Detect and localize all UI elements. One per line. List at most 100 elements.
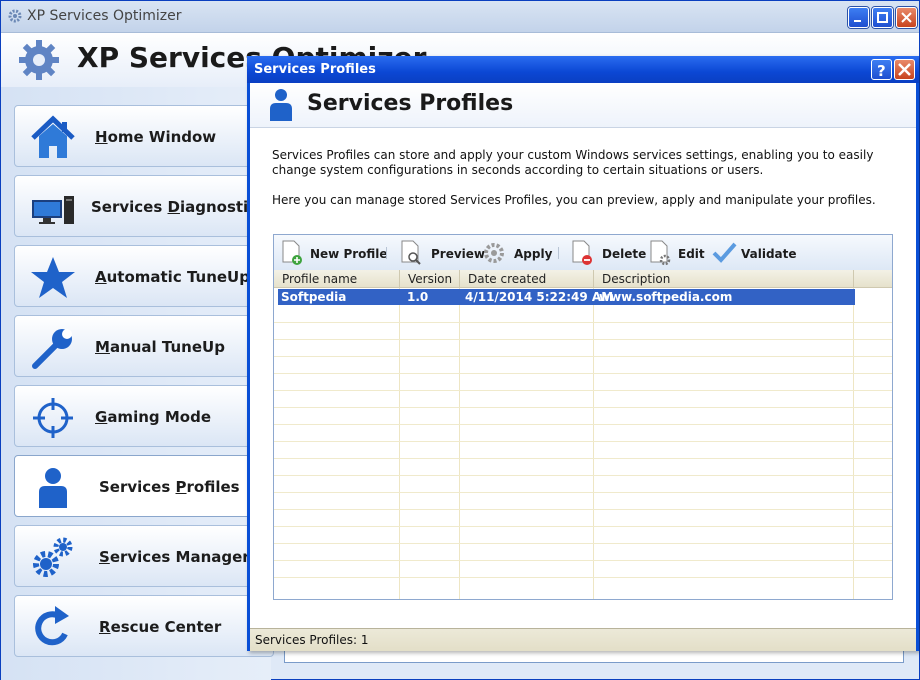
minimize-icon <box>854 20 861 22</box>
toolbar-label: Preview <box>431 247 486 261</box>
grid-line <box>274 509 892 510</box>
toolbar-separator <box>558 247 559 259</box>
house-icon <box>31 115 75 158</box>
sidebar-item-gaming-mode[interactable]: Gaming Mode <box>14 385 274 447</box>
sidebar-item-label: Manual TuneUp <box>95 338 225 356</box>
user-icon <box>270 89 292 121</box>
preview-button[interactable]: Preview <box>399 240 485 266</box>
wrench-icon <box>32 329 72 369</box>
dialog-heading: Services Profiles <box>307 91 514 116</box>
grid-line <box>274 424 892 425</box>
sidebar-item-label: Services Profiles <box>99 478 240 496</box>
dialog-close-button[interactable] <box>894 59 915 80</box>
grid-line <box>399 288 400 599</box>
status-text: Services Profiles: 1 <box>255 633 369 647</box>
svg-text:?: ? <box>877 62 886 79</box>
grid-line <box>274 526 892 527</box>
computer-icon <box>32 196 74 224</box>
table-row[interactable]: Softpedia 1.0 4/11/2014 5:22:49 AM www.s… <box>278 289 855 305</box>
grid-line <box>274 322 892 323</box>
grid-line <box>274 475 892 476</box>
edit-button[interactable]: Edit <box>648 240 705 266</box>
cell-description: www.softpedia.com <box>599 290 733 304</box>
main-content-edge <box>284 649 904 663</box>
dialog-description: Services Profiles can store and apply yo… <box>272 148 874 177</box>
column-header-profile-name[interactable]: Profile name <box>274 270 400 288</box>
close-icon <box>901 12 912 23</box>
grid-line <box>274 458 892 459</box>
main-title-bar[interactable]: XP Services Optimizer <box>1 1 919 33</box>
crosshair-icon <box>33 398 73 438</box>
grid-line <box>274 407 892 408</box>
sidebar-item-manual-tuneup[interactable]: Manual TuneUp <box>14 315 274 377</box>
profiles-toolbar: New Profile Preview Apply Delete Edit Va… <box>274 235 892 270</box>
dialog-title-bar[interactable]: Services Profiles ? <box>247 56 919 83</box>
profiles-table: Profile name Version Date created Descri… <box>274 270 892 599</box>
new-document-icon <box>282 240 302 265</box>
delete-button[interactable]: Delete <box>570 240 646 266</box>
sidebar: Home Window Services Diagnostics Automat… <box>1 87 274 680</box>
grid-line <box>274 390 892 391</box>
maximize-button[interactable] <box>872 7 893 28</box>
column-header-description[interactable]: Description <box>594 270 854 288</box>
status-bar: Services Profiles: 1 <box>250 628 916 651</box>
grid-line <box>274 577 892 578</box>
column-header-filler <box>854 270 892 288</box>
sidebar-item-rescue-center[interactable]: Rescue Center <box>14 595 274 657</box>
toolbar-separator <box>386 247 387 259</box>
edit-document-icon <box>650 240 671 266</box>
help-icon: ? <box>877 62 886 80</box>
grid-line <box>274 356 892 357</box>
checkmark-icon <box>712 242 737 263</box>
cell-date-created: 4/11/2014 5:22:49 AM <box>465 290 614 304</box>
sidebar-item-label: Home Window <box>95 128 217 146</box>
new-profile-button[interactable]: New Profile <box>280 240 388 266</box>
sidebar-item-services-manager[interactable]: Services Manager <box>14 525 274 587</box>
maximize-icon <box>877 12 888 23</box>
sidebar-item-label: Services Manager <box>99 548 250 566</box>
gear-icon <box>484 243 504 263</box>
services-profiles-dialog: Services Profiles ? Services Profiles Se… <box>247 56 919 651</box>
grid-line <box>274 543 892 544</box>
apply-button[interactable]: Apply <box>482 240 552 266</box>
gear-icon <box>8 9 22 23</box>
column-header-date-created[interactable]: Date created <box>460 270 594 288</box>
delete-document-icon <box>572 240 592 265</box>
validate-button[interactable]: Validate <box>711 240 797 266</box>
help-button[interactable]: ? <box>871 59 892 80</box>
sidebar-item-home-window[interactable]: Home Window <box>14 105 274 167</box>
user-icon <box>39 468 67 508</box>
minimize-button[interactable] <box>848 7 869 28</box>
sidebar-item-services-profiles[interactable]: Services Profiles <box>14 455 274 517</box>
close-icon <box>898 63 911 76</box>
dialog-title: Services Profiles <box>254 62 376 77</box>
grid-line <box>593 288 594 599</box>
toolbar-label: Apply <box>514 247 553 261</box>
star-icon <box>31 257 75 298</box>
gear-icon <box>19 40 59 80</box>
grid-line <box>274 560 892 561</box>
toolbar-label: Validate <box>741 247 797 261</box>
preview-icon <box>401 240 421 265</box>
toolbar-label: Delete <box>602 247 647 261</box>
cell-version: 1.0 <box>407 290 429 304</box>
gears-icon <box>33 537 73 577</box>
column-header-version[interactable]: Version <box>400 270 460 288</box>
sidebar-item-label: Services Diagnostics <box>91 198 267 216</box>
grid-line <box>274 492 892 493</box>
cell-profile-name: Softpedia <box>281 290 347 304</box>
dialog-description-2: Here you can manage stored Services Prof… <box>272 193 876 207</box>
dialog-header: Services Profiles <box>250 83 916 128</box>
close-button[interactable] <box>896 7 917 28</box>
toolbar-label: Edit <box>678 247 705 261</box>
sidebar-item-automatic-tuneup[interactable]: Automatic TuneUp <box>14 245 274 307</box>
grid-line <box>459 288 460 599</box>
sidebar-item-services-diagnostics[interactable]: Services Diagnostics <box>14 175 274 237</box>
grid-line <box>274 373 892 374</box>
grid-line <box>274 339 892 340</box>
refresh-icon <box>35 606 69 646</box>
main-window-title: XP Services Optimizer <box>27 8 182 24</box>
toolbar-label: New Profile <box>310 247 388 261</box>
sidebar-item-label: Automatic TuneUp <box>95 268 250 286</box>
sidebar-item-label: Rescue Center <box>99 618 222 636</box>
